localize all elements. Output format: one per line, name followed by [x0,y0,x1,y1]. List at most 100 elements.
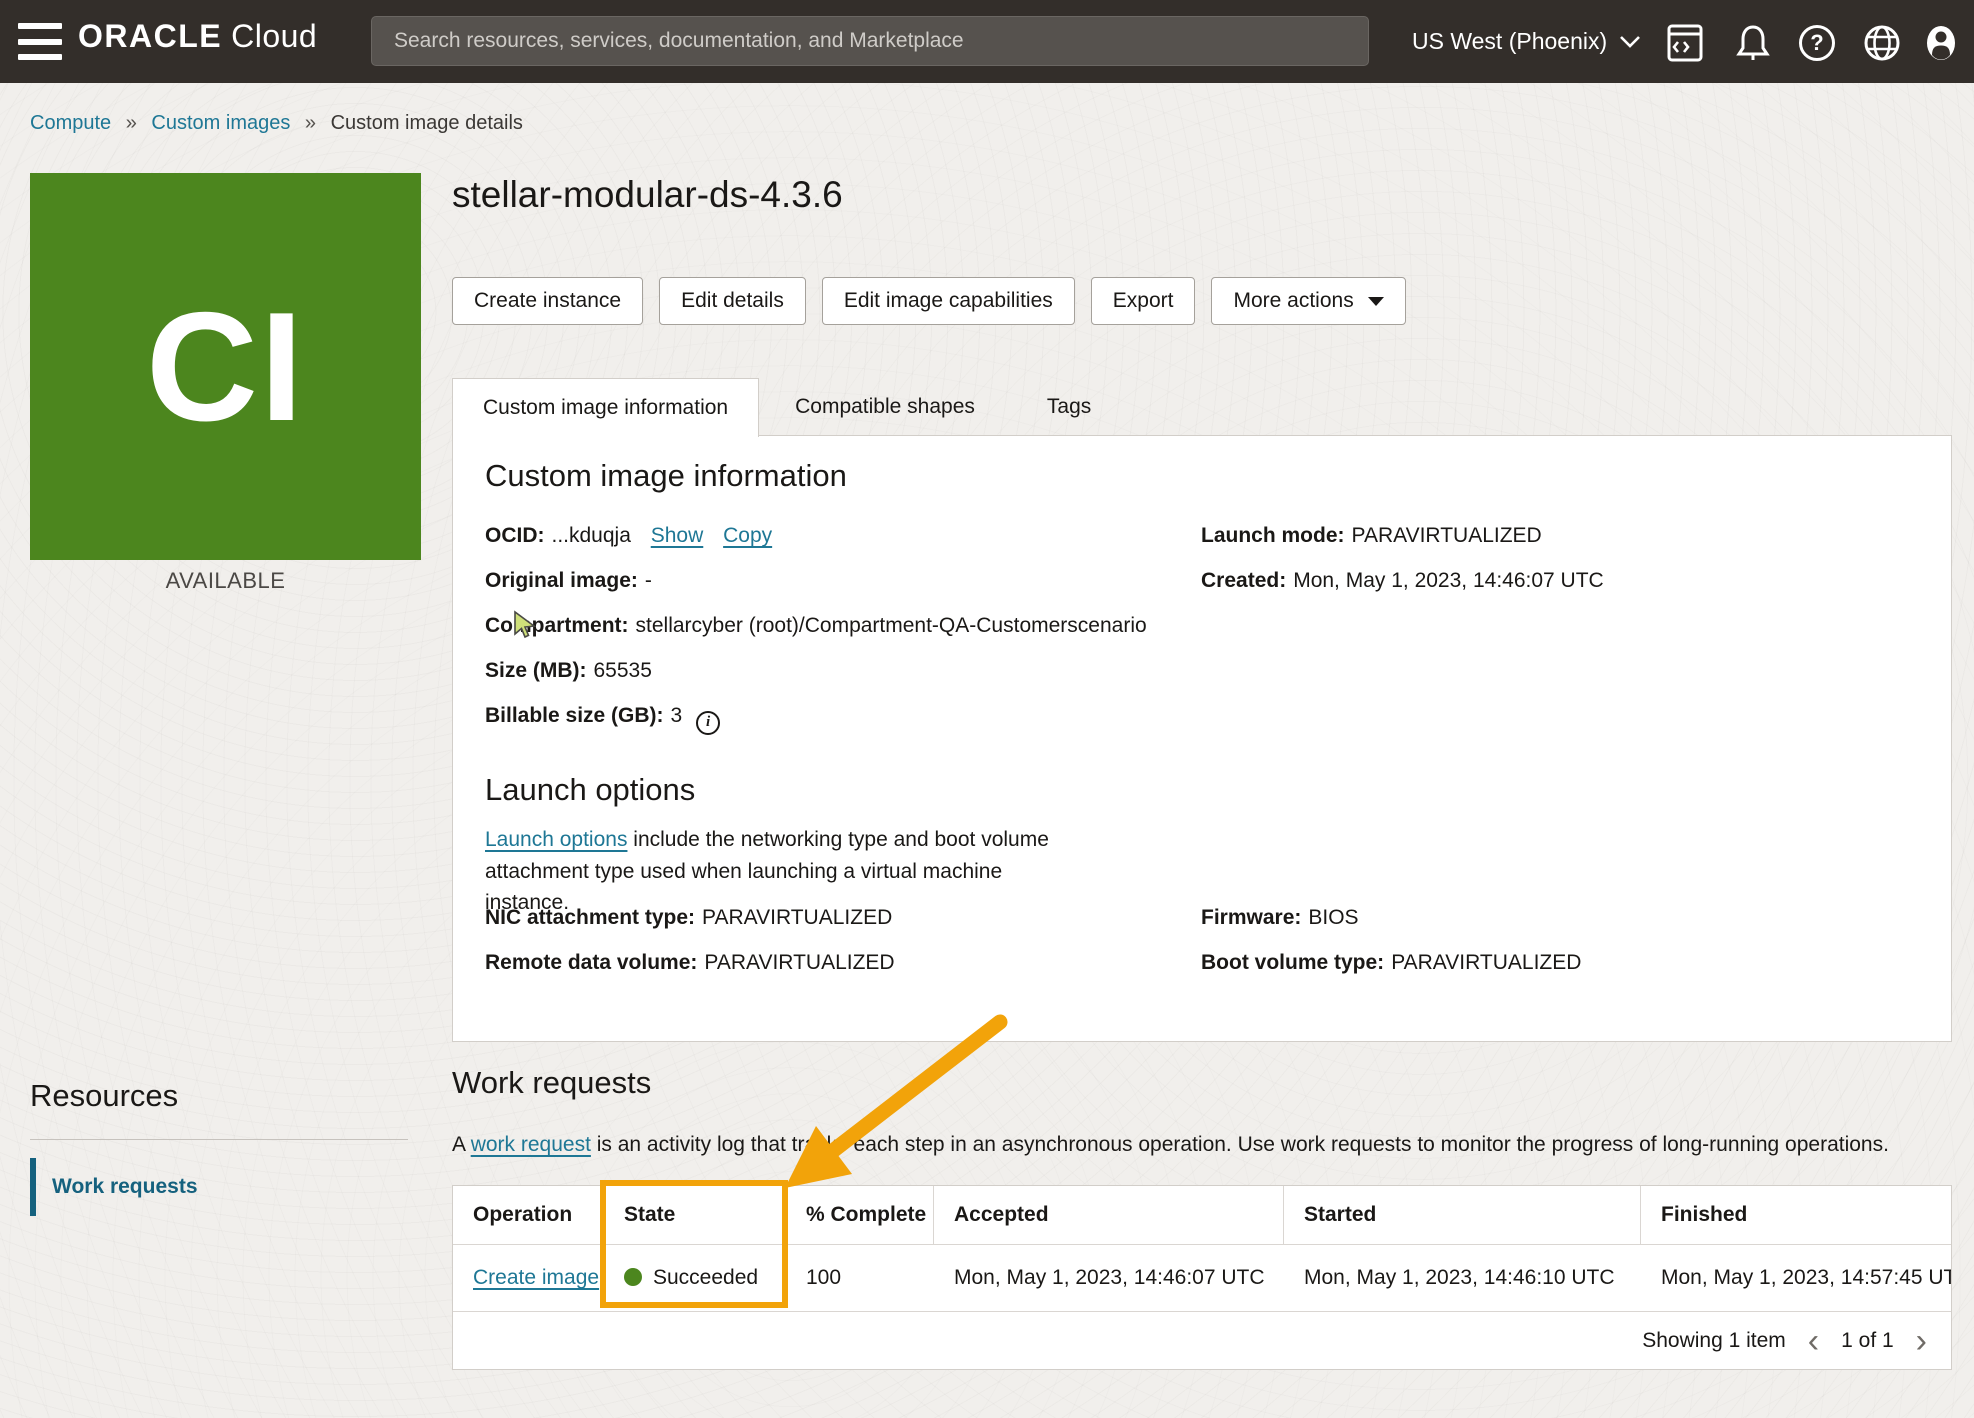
create-instance-button[interactable]: Create instance [452,277,643,325]
help-glyph: ? [1799,25,1835,61]
oracle-cloud-logo[interactable]: ORACLECloud [78,18,317,55]
created-value: Mon, May 1, 2023, 14:46:07 UTC [1293,569,1604,592]
size-mb-label: Size (MB): [485,659,587,682]
breadcrumb: Compute » Custom images » Custom image d… [30,112,523,135]
pager-prev-icon[interactable]: ‹ [1806,1324,1821,1358]
detail-tabs: Custom image information Compatible shap… [452,378,1127,437]
create-image-link[interactable]: Create image [473,1266,599,1289]
caret-down-icon [1368,297,1384,306]
breadcrumb-compute[interactable]: Compute [30,112,111,134]
created-label: Created: [1201,569,1286,592]
launch-options-description: Launch options include the networking ty… [485,824,1075,919]
ocid-show-link[interactable]: Show [651,524,704,547]
region-selector[interactable]: US West (Phoenix) [1412,0,1641,83]
nic-attachment-label: NIC attachment type: [485,906,695,929]
ocid-value: ...kduqja [552,524,631,547]
launch-mode-value: PARAVIRTUALIZED [1352,524,1542,547]
custom-image-information-panel: Custom image information OCID: ...kduqja … [452,435,1952,1042]
showing-items-label: Showing 1 item [1642,1329,1786,1353]
brand-oracle: ORACLE [78,18,222,54]
brand-cloud: Cloud [231,18,317,54]
sidebar-item-label: Work requests [52,1175,198,1199]
notifications-icon[interactable] [1732,22,1774,64]
col-header-finished[interactable]: Finished [1641,1186,1951,1244]
created-field: Created: Mon, May 1, 2023, 14:46:07 UTC [1201,569,1604,593]
table-header-row: Operation State % Complete Accepted Star… [453,1186,1951,1244]
hamburger-menu-icon[interactable] [16,21,64,62]
user-avatar-icon[interactable] [1920,22,1962,64]
launch-mode-label: Launch mode: [1201,524,1345,547]
info-icon[interactable]: i [696,711,720,735]
breadcrumb-custom-images[interactable]: Custom images [151,112,290,134]
more-actions-label: More actions [1233,289,1353,313]
status-dot-icon [624,1268,642,1286]
state-value: Succeeded [653,1266,758,1289]
pager-next-icon[interactable]: › [1914,1324,1929,1358]
compartment-label: Compartment: [485,614,629,637]
help-icon[interactable]: ? [1796,22,1838,64]
billable-size-value: 3 [671,704,683,727]
action-buttons: Create instance Edit details Edit image … [452,277,1406,325]
boot-volume-type-label: Boot volume type: [1201,951,1384,974]
tab-compatible-shapes[interactable]: Compatible shapes [759,378,1011,436]
edit-image-capabilities-button[interactable]: Edit image capabilities [822,277,1075,325]
cloud-shell-icon[interactable] [1664,22,1706,64]
ocid-label: OCID: [485,524,545,547]
billable-size-field: Billable size (GB): 3 i [485,704,720,735]
sidebar-item-work-requests[interactable]: Work requests [30,1158,198,1216]
state-cell: Succeeded [604,1266,786,1290]
boot-volume-type-field: Boot volume type: PARAVIRTUALIZED [1201,951,1581,975]
page-indicator: 1 of 1 [1841,1329,1894,1353]
launch-options-heading: Launch options [485,772,695,808]
table-row: Create image Succeeded 100 Mon, May 1, 2… [453,1244,1951,1311]
ocid-copy-link[interactable]: Copy [723,524,772,547]
tab-tags[interactable]: Tags [1011,378,1127,436]
breadcrumb-separator-icon: » [126,112,137,134]
work-request-link[interactable]: work request [471,1133,591,1156]
breadcrumb-current: Custom image details [331,112,523,134]
nic-attachment-field: NIC attachment type: PARAVIRTUALIZED [485,906,892,930]
tab-custom-image-information[interactable]: Custom image information [452,378,759,437]
table-footer: Showing 1 item ‹ 1 of 1 › [453,1311,1951,1369]
resources-divider [30,1139,408,1140]
col-header-accepted[interactable]: Accepted [934,1186,1284,1244]
compartment-field: Compartment: stellarcyber (root)/Compartm… [485,614,1147,638]
accepted-cell: Mon, May 1, 2023, 14:46:07 UTC [934,1266,1284,1290]
nic-attachment-value: PARAVIRTUALIZED [702,906,892,929]
launch-mode-field: Launch mode: PARAVIRTUALIZED [1201,524,1542,548]
breadcrumb-separator-icon: » [305,112,316,134]
col-header-complete[interactable]: % Complete [786,1186,934,1244]
col-header-state[interactable]: State [604,1186,786,1244]
active-item-bar [30,1158,36,1216]
boot-volume-type-value: PARAVIRTUALIZED [1391,951,1581,974]
started-cell: Mon, May 1, 2023, 14:46:10 UTC [1284,1266,1641,1290]
edit-details-button[interactable]: Edit details [659,277,806,325]
export-button[interactable]: Export [1091,277,1196,325]
work-requests-heading: Work requests [452,1065,651,1101]
launch-options-link[interactable]: Launch options [485,828,627,851]
billable-size-label: Billable size (GB): [485,704,664,727]
col-header-started[interactable]: Started [1284,1186,1641,1244]
work-requests-desc-text: is an activity log that tracks each step… [591,1133,1889,1156]
remote-data-volume-value: PARAVIRTUALIZED [704,951,894,974]
ocid-field: OCID: ...kduqja Show Copy [485,524,772,548]
more-actions-button[interactable]: More actions [1211,277,1405,325]
size-mb-field: Size (MB): 65535 [485,659,652,683]
search-input[interactable] [371,16,1369,66]
col-header-operation[interactable]: Operation [453,1186,604,1244]
finished-cell: Mon, May 1, 2023, 14:57:45 UTC [1641,1266,1951,1290]
firmware-label: Firmware: [1201,906,1301,929]
image-initials: CI [146,278,305,456]
image-status-label: AVAILABLE [30,568,421,594]
language-globe-icon[interactable] [1861,22,1903,64]
resources-heading: Resources [30,1078,178,1114]
region-label: US West (Phoenix) [1412,28,1607,55]
firmware-value: BIOS [1308,906,1358,929]
remote-data-volume-label: Remote data volume: [485,951,697,974]
size-mb-value: 65535 [594,659,652,682]
remote-data-volume-field: Remote data volume: PARAVIRTUALIZED [485,951,895,975]
topbar: ORACLECloud US West (Phoenix) ? [0,0,1974,83]
info-section-heading: Custom image information [485,458,847,494]
compartment-value: stellarcyber (root)/Compartment-QA-Custo… [636,614,1147,637]
custom-image-thumbnail: CI [30,173,421,560]
